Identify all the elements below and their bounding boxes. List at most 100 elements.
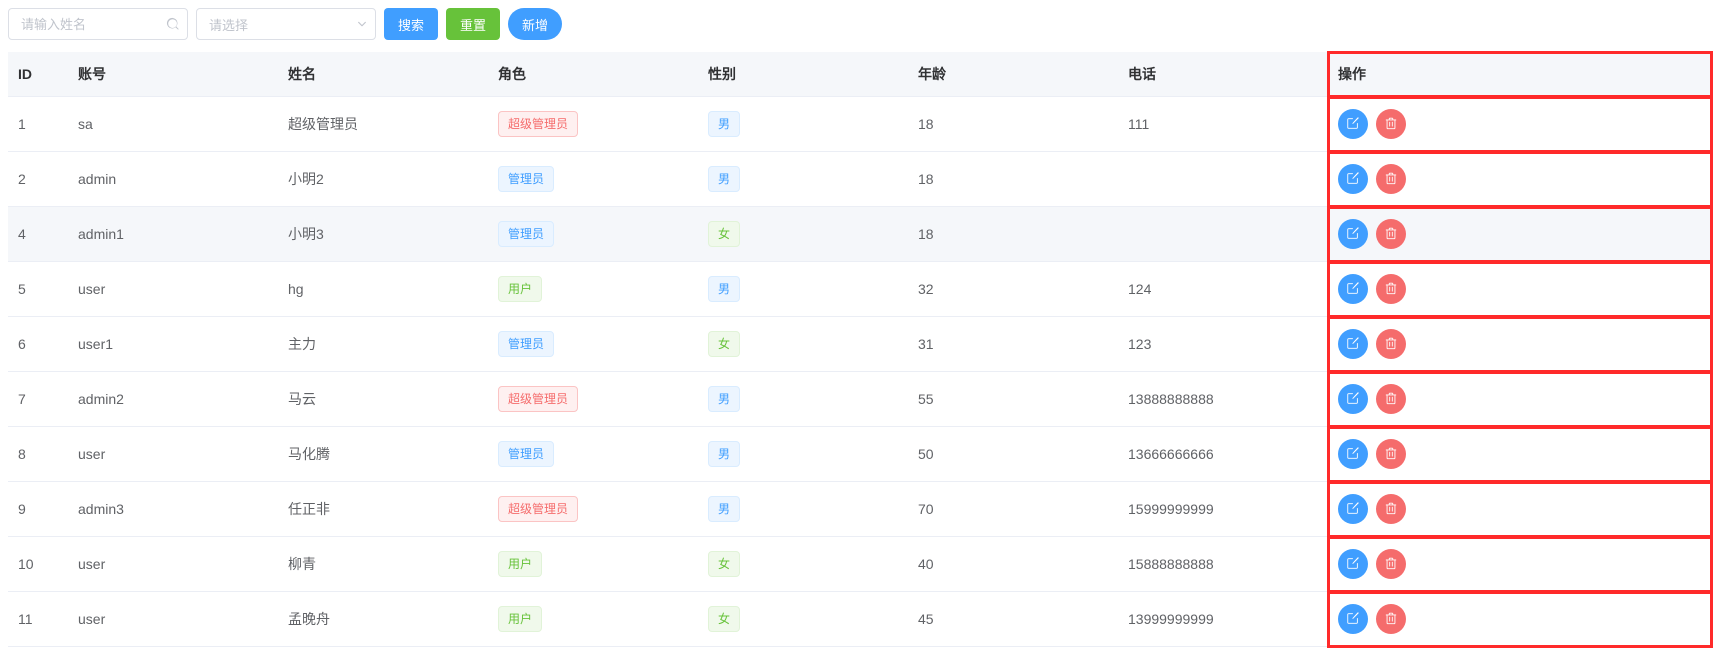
cell-role: 用户 [488,592,698,647]
sex-tag: 男 [708,111,740,137]
name-input[interactable] [8,8,188,40]
cell-phone: 13888888888 [1118,372,1328,427]
cell-id: 8 [8,427,68,482]
search-icon[interactable] [166,17,180,31]
cell-age: 45 [908,592,1118,647]
delete-button[interactable] [1376,109,1406,139]
edit-button[interactable] [1338,164,1368,194]
cell-name: 马云 [278,372,488,427]
edit-button[interactable] [1338,549,1368,579]
role-tag: 管理员 [498,441,554,467]
cell-op [1328,97,1712,152]
edit-button[interactable] [1338,219,1368,249]
trash-icon [1384,446,1398,463]
cell-name: 主力 [278,317,488,372]
delete-button[interactable] [1376,219,1406,249]
sex-tag: 男 [708,276,740,302]
delete-button[interactable] [1376,274,1406,304]
cell-op [1328,317,1712,372]
cell-sex: 男 [698,97,908,152]
cell-phone [1118,207,1328,262]
user-table: ID 账号 姓名 角色 性别 年龄 电话 操作 1sa超级管理员超级管理员男18… [8,52,1712,647]
delete-button[interactable] [1376,604,1406,634]
edit-icon [1346,391,1360,408]
add-button[interactable]: 新增 [508,8,562,40]
col-id: ID [8,52,68,97]
cell-id: 7 [8,372,68,427]
cell-age: 50 [908,427,1118,482]
cell-op [1328,592,1712,647]
edit-icon [1346,171,1360,188]
cell-phone: 123 [1118,317,1328,372]
cell-sex: 男 [698,372,908,427]
cell-sex: 女 [698,207,908,262]
cell-id: 6 [8,317,68,372]
trash-icon [1384,611,1398,628]
col-phone: 电话 [1118,52,1328,97]
cell-account: user1 [68,317,278,372]
edit-icon [1346,556,1360,573]
cell-phone: 111 [1118,97,1328,152]
cell-id: 10 [8,537,68,592]
delete-button[interactable] [1376,329,1406,359]
delete-button[interactable] [1376,439,1406,469]
edit-button[interactable] [1338,494,1368,524]
cell-account: user [68,262,278,317]
cell-account: user [68,427,278,482]
cell-sex: 女 [698,537,908,592]
role-tag: 超级管理员 [498,496,578,522]
name-search-wrap [8,8,188,40]
edit-button[interactable] [1338,384,1368,414]
cell-age: 55 [908,372,1118,427]
cell-role: 管理员 [488,427,698,482]
edit-button[interactable] [1338,329,1368,359]
cell-role: 管理员 [488,207,698,262]
cell-phone: 13999999999 [1118,592,1328,647]
reset-button[interactable]: 重置 [446,8,500,40]
cell-id: 11 [8,592,68,647]
cell-phone: 13666666666 [1118,427,1328,482]
sex-tag: 女 [708,606,740,632]
cell-name: 小明3 [278,207,488,262]
cell-id: 5 [8,262,68,317]
cell-name: hg [278,262,488,317]
cell-phone: 15999999999 [1118,482,1328,537]
sex-tag: 男 [708,166,740,192]
sex-tag: 男 [708,496,740,522]
col-sex: 性别 [698,52,908,97]
edit-icon [1346,226,1360,243]
edit-button[interactable] [1338,439,1368,469]
cell-op [1328,482,1712,537]
cell-name: 超级管理员 [278,97,488,152]
col-account: 账号 [68,52,278,97]
cell-op [1328,427,1712,482]
table-row: 2admin小明2管理员男18 [8,152,1712,207]
table-row: 9admin3任正非超级管理员男7015999999999 [8,482,1712,537]
edit-button[interactable] [1338,274,1368,304]
cell-phone: 124 [1118,262,1328,317]
cell-role: 用户 [488,262,698,317]
search-button[interactable]: 搜索 [384,8,438,40]
cell-sex: 女 [698,317,908,372]
table-row: 5userhg用户男 32124 [8,262,1712,317]
table-row: 8user马化腾管理员男5013666666666 [8,427,1712,482]
role-tag: 超级管理员 [498,111,578,137]
edit-button[interactable] [1338,109,1368,139]
role-select-placeholder: 请选择 [209,15,248,34]
edit-button[interactable] [1338,604,1368,634]
delete-button[interactable] [1376,164,1406,194]
role-select[interactable]: 请选择 [196,8,376,40]
role-tag: 用户 [498,606,542,632]
cell-age: 18 [908,207,1118,262]
cell-age: 32 [908,262,1118,317]
delete-button[interactable] [1376,549,1406,579]
cell-op [1328,207,1712,262]
col-op: 操作 [1328,52,1712,97]
cell-op [1328,537,1712,592]
cell-role: 超级管理员 [488,372,698,427]
cell-age: 40 [908,537,1118,592]
delete-button[interactable] [1376,494,1406,524]
cell-id: 4 [8,207,68,262]
sex-tag: 男 [708,386,740,412]
delete-button[interactable] [1376,384,1406,414]
